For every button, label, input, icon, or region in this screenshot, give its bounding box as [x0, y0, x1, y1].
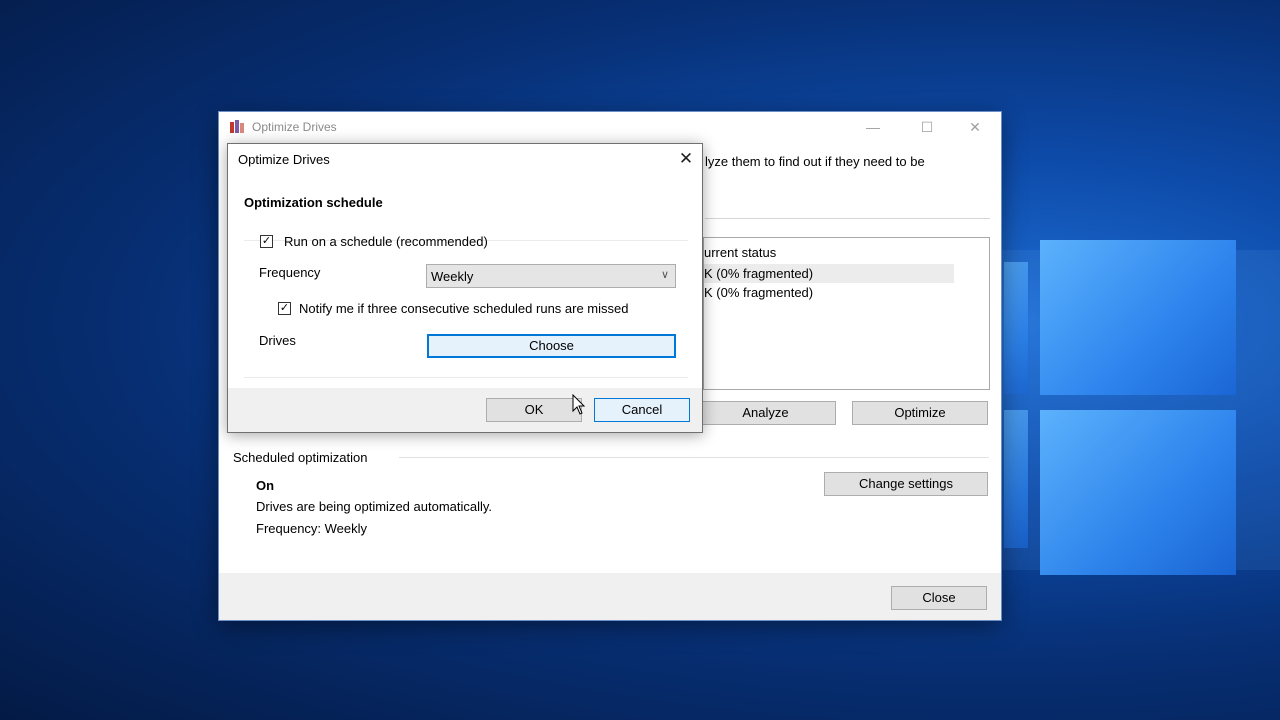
- column-header-current-status[interactable]: urrent status: [704, 245, 776, 260]
- main-window-titlebar[interactable]: Optimize Drives — ☐ ✕: [219, 112, 1001, 142]
- schedule-frequency: Frequency: Weekly: [256, 521, 368, 536]
- schedule-state: On: [256, 478, 275, 493]
- cancel-button[interactable]: Cancel: [594, 398, 690, 422]
- main-window-footer: Close: [219, 573, 1001, 620]
- windows-logo-lower-right-pane: [1040, 410, 1236, 575]
- main-window-title: Optimize Drives: [252, 120, 337, 134]
- analyze-button[interactable]: Analyze: [695, 401, 836, 425]
- maximize-button[interactable]: ☐: [907, 116, 947, 138]
- choose-drives-button[interactable]: Choose: [427, 334, 676, 358]
- close-button[interactable]: Close: [891, 586, 987, 610]
- drive-status: K (0% fragmented): [704, 266, 814, 281]
- dialog-close-icon[interactable]: ✕: [674, 148, 698, 170]
- ok-button[interactable]: OK: [486, 398, 582, 422]
- optimize-button[interactable]: Optimize: [852, 401, 988, 425]
- windows-logo-upper-right-pane: [1040, 240, 1236, 395]
- intro-divider: [705, 218, 990, 219]
- change-settings-button[interactable]: Change settings: [824, 472, 988, 496]
- run-on-schedule-checkbox[interactable]: ✓: [260, 235, 273, 248]
- frequency-select[interactable]: Weekly ∨: [426, 264, 676, 288]
- drive-row[interactable]: K (0% fragmented): [704, 283, 954, 302]
- schedule-description: Drives are being optimized automatically…: [256, 499, 493, 514]
- dialog-title: Optimize Drives: [238, 152, 330, 167]
- run-on-schedule-label[interactable]: Run on a schedule (recommended): [284, 234, 488, 249]
- notify-missed-runs-checkbox[interactable]: ✓: [278, 302, 291, 315]
- frequency-selected-value: Weekly: [431, 269, 474, 284]
- drives-label: Drives: [259, 333, 296, 348]
- drive-list[interactable]: urrent status K (0% fragmented) K (0% fr…: [703, 237, 990, 390]
- intro-text: lyze them to find out if they need to be: [705, 154, 925, 169]
- dialog-heading: Optimization schedule: [244, 195, 383, 210]
- windows-logo-lower-left-pane: [1004, 410, 1028, 548]
- defrag-drive-icon: [230, 120, 244, 133]
- dialog-footer: OK Cancel: [228, 388, 702, 432]
- drive-row[interactable]: K (0% fragmented): [704, 264, 954, 283]
- chevron-down-icon: ∨: [660, 269, 669, 281]
- window-close-button[interactable]: ✕: [955, 116, 995, 138]
- scheduled-optimization-label: Scheduled optimization: [233, 450, 368, 465]
- windows-logo-upper-left-pane: [1004, 262, 1028, 394]
- scheduled-divider: [399, 457, 989, 458]
- optimization-schedule-dialog: Optimize Drives ✕ Optimization schedule …: [227, 143, 703, 433]
- minimize-button[interactable]: —: [853, 116, 893, 138]
- mouse-pointer-icon: [572, 394, 586, 415]
- drive-status: K (0% fragmented): [704, 285, 814, 300]
- frequency-label: Frequency: [259, 265, 321, 280]
- notify-missed-runs-label[interactable]: Notify me if three consecutive scheduled…: [299, 301, 629, 316]
